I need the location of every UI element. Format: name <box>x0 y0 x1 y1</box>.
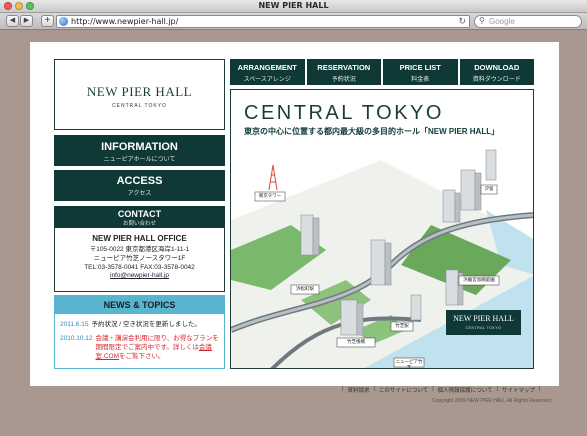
news-text: 会議・講演会利用に限り、お得なプランを期間限定でご案内中です。詳しくは会議室.C… <box>96 334 221 361</box>
nav-reservation[interactable]: RESERVATION 予約状況 <box>306 59 381 85</box>
access-button[interactable]: ACCESS アクセス <box>54 170 225 201</box>
news-date: 2011.6.15 <box>60 321 89 328</box>
web-page: NEW PIER HALL CENTRAL TOKYO INFORMATION … <box>30 42 559 404</box>
office-address: 〒105-0022 東京都港区海岸1-11-1 ニューピア竹芝ノースタワー1F … <box>55 245 224 272</box>
office-address-line2: ニューピア竹芝ノースタワー1F <box>93 255 186 262</box>
window-titlebar: NEW PIER HALL <box>0 0 587 13</box>
nav-price-list[interactable]: PRICE LIST 料金表 <box>383 59 458 85</box>
map-label-tokyo-tower: 東京タワー <box>258 193 282 198</box>
footer-link[interactable]: このサイトについて <box>379 386 428 394</box>
office-address-line1: 〒105-0022 東京都港区海岸1-11-1 <box>89 246 190 253</box>
footer-link[interactable]: 個人情報保護について <box>438 386 493 394</box>
information-label: INFORMATION <box>101 141 178 153</box>
forward-arrow-icon: ▶ <box>23 17 30 24</box>
logo-name: NEW PIER HALL <box>86 84 193 99</box>
hero-subtitle: 東京の中心に位置する都内最大級の多目的ホール「NEW PIER HALL」 <box>244 127 500 136</box>
office-title: NEW PIER HALL OFFICE <box>92 234 187 243</box>
nav-arrangement-sublabel: スペースアレンジ <box>243 77 291 83</box>
information-sublabel: ニューピアホールについて <box>103 157 176 163</box>
nav-download-label: DOWNLOAD <box>474 63 520 72</box>
nav-reservation-sublabel: 予約状況 <box>331 77 356 83</box>
nav-price-list-sublabel: 料金表 <box>411 77 430 83</box>
contact-sublabel: お問い合わせ <box>122 221 156 227</box>
hero-map: CENTRAL TOKYO 東京の中心に位置する都内最大級の多目的ホール「NEW… <box>230 89 534 369</box>
office-info: NEW PIER HALL OFFICE 〒105-0022 東京都港区海岸1-… <box>54 228 225 292</box>
logo-sub: CENTRAL TOKYO <box>112 103 167 109</box>
top-navigation: ARRANGEMENT スペースアレンジ RESERVATION 予約状況 PR… <box>230 59 534 85</box>
contact-button[interactable]: CONTACT お問い合わせ <box>54 206 225 228</box>
nav-download[interactable]: DOWNLOAD 資料ダウンロード <box>459 59 534 85</box>
nav-reservation-label: RESERVATION <box>317 63 371 72</box>
back-arrow-icon: ◀ <box>9 17 16 24</box>
news-heading: NEWS & TOPICS <box>55 296 224 314</box>
news-item: 2010.10.12 会議・講演会利用に限り、お得なプランを期間限定でご案内中で… <box>60 334 221 361</box>
add-bookmark-button[interactable]: + <box>41 15 54 27</box>
hero-title: CENTRAL TOKYO <box>244 102 444 124</box>
map-badge-name: NEW PIER HALL <box>453 314 514 323</box>
news-text[interactable]: 予約状況 / 空き状況を更新しました。 <box>91 320 200 329</box>
map-label-hamamatsucho: 浜松町駅 <box>296 286 314 291</box>
nav-download-sublabel: 資料ダウンロード <box>472 77 521 83</box>
reload-icon[interactable]: ↻ <box>458 16 466 27</box>
site-logo[interactable]: NEW PIER HALL CENTRAL TOKYO <box>54 59 225 130</box>
footer-links: | 資料請求 | このサイトについて | 個人情報保護について | サイトマップ… <box>342 386 541 394</box>
access-sublabel: アクセス <box>127 191 152 197</box>
back-button[interactable]: ◀ <box>6 15 19 27</box>
news-text-tail: をご覧下さい。 <box>119 353 165 360</box>
map-label-garden: 浜離宮恩賜庭園 <box>463 277 495 282</box>
nav-arrangement-label: ARRANGEMENT <box>237 63 297 72</box>
office-email-link[interactable]: info@newpier-hall.jp <box>55 272 224 279</box>
map-label-takeshiba: 竹芝駅 <box>395 323 409 328</box>
information-button[interactable]: INFORMATION ニューピアホールについて <box>54 135 225 166</box>
nav-arrangement[interactable]: ARRANGEMENT スペースアレンジ <box>230 59 305 85</box>
access-label: ACCESS <box>116 175 163 187</box>
forward-button[interactable]: ▶ <box>20 15 33 27</box>
address-bar[interactable]: http://www.newpier-hall.jp/ ↻ <box>56 15 470 28</box>
footer-link[interactable]: サイトマップ <box>502 386 535 394</box>
news-date: 2010.10.12 <box>60 335 93 342</box>
footer-link[interactable]: 資料請求 <box>347 386 369 394</box>
contact-label: CONTACT <box>117 209 162 219</box>
search-placeholder: Google <box>489 17 515 26</box>
office-phone: TEL:03-3578-0041 FAX:03-3578-0042 <box>84 264 195 271</box>
globe-icon <box>59 17 68 26</box>
map-label-shiodome: 汐留 <box>484 186 494 191</box>
browser-toolbar: ◀ ▶ + http://www.newpier-hall.jp/ ↻ ⚲ Go… <box>0 13 587 30</box>
map-label-pier: 竹芝桟橋 <box>347 339 365 344</box>
window-title: NEW PIER HALL <box>258 1 329 10</box>
map-badge-sub: CENTRAL TOKYO <box>465 326 502 330</box>
plus-icon: + <box>44 15 51 26</box>
url-text[interactable]: http://www.newpier-hall.jp/ <box>71 17 178 26</box>
news-item: 2011.6.15 予約状況 / 空き状況を更新しました。 <box>60 320 221 329</box>
search-icon: ⚲ <box>479 16 485 25</box>
news-topics: NEWS & TOPICS 2011.6.15 予約状況 / 空き状況を更新しま… <box>54 295 225 369</box>
map-label-new-pier: ニューピア竹芝 <box>395 359 423 369</box>
copyright: Copyright 2009 NEW PIER HALL All Rights … <box>432 398 553 404</box>
search-field[interactable]: ⚲ Google <box>474 15 582 28</box>
nav-price-list-label: PRICE LIST <box>399 63 441 72</box>
